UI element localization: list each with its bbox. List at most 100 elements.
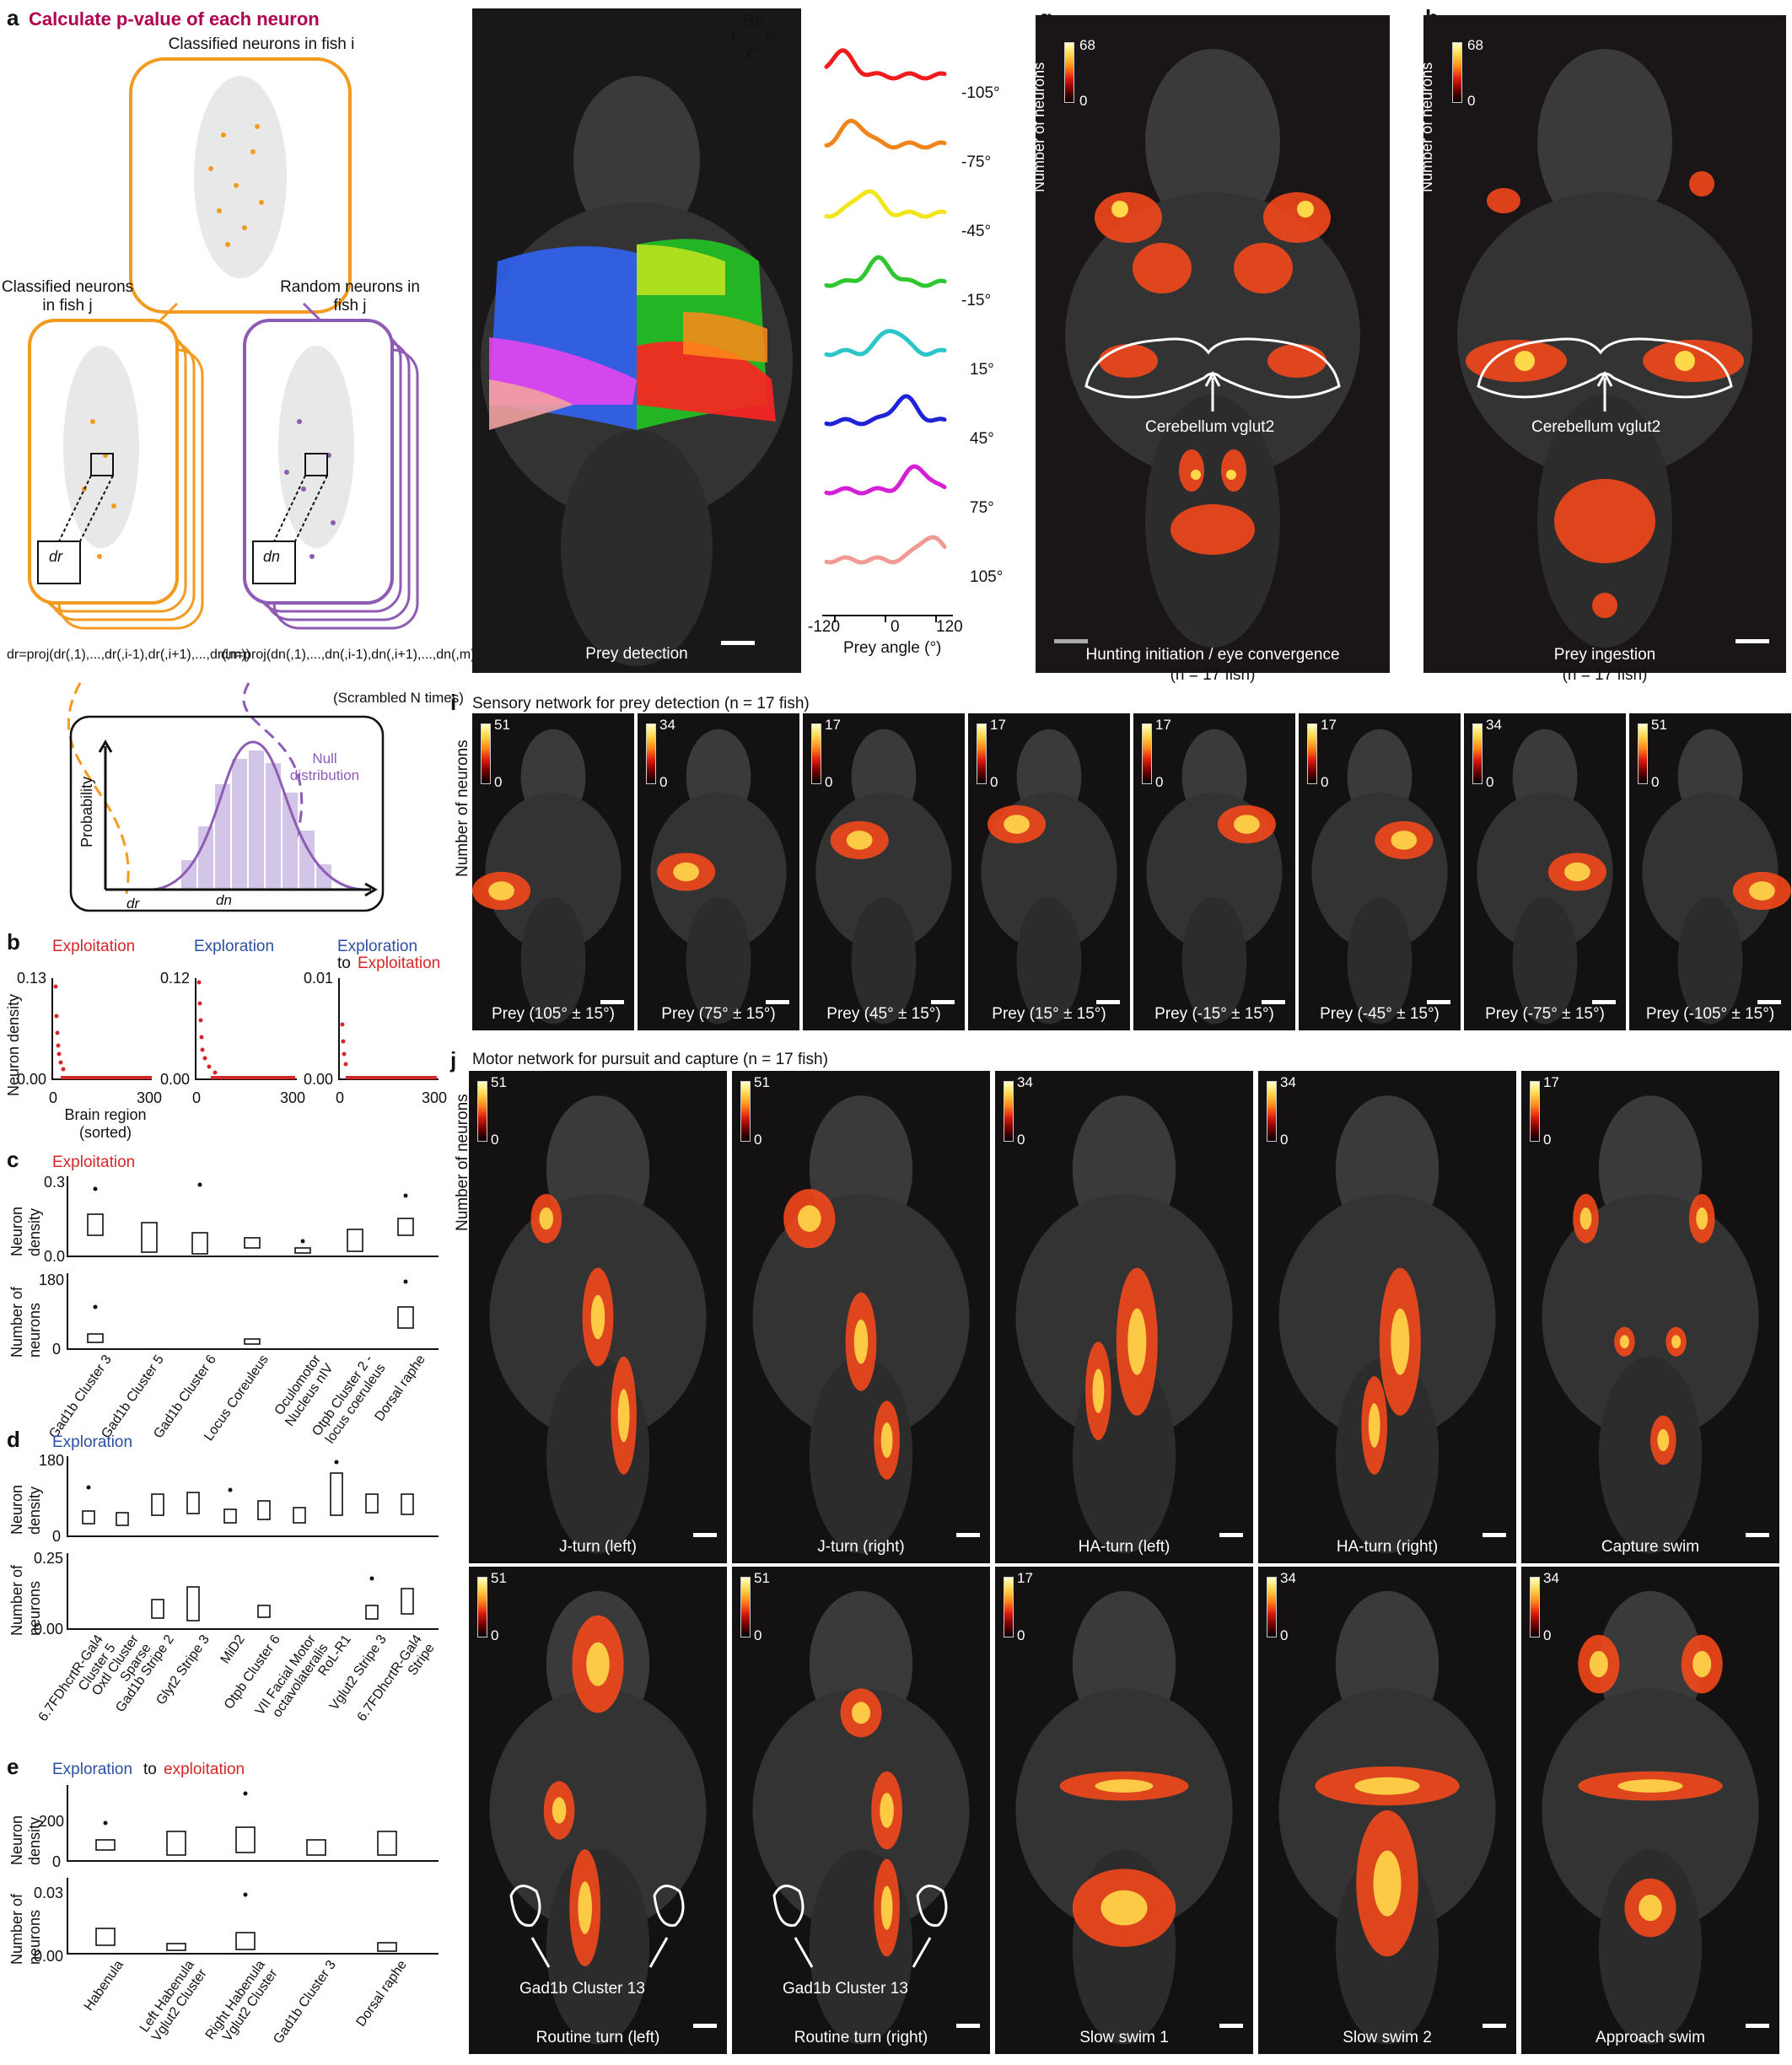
- brain-heatmap: [1015, 1590, 1233, 2045]
- tuning-curve: [824, 394, 947, 427]
- b-scatter-plots: [51, 978, 439, 1080]
- scalebar: [1483, 2024, 1506, 2028]
- colorbar-max: 34: [1486, 717, 1502, 733]
- tuning-curve: [824, 118, 947, 150]
- panel-h-image: 68 0 Number of neurons Cerebellum vglut2…: [1423, 15, 1786, 673]
- null-x-dn: dn: [216, 892, 232, 908]
- activity-blob: [539, 1207, 554, 1230]
- j-bottom-panel-1: 51 0 Routine turn (right) Gad1b Cluster 13: [732, 1567, 990, 2054]
- scalebar: [1592, 1000, 1616, 1004]
- panel-g-image: 68 0 Number of neurons Cerebellum vglut2…: [1036, 15, 1390, 673]
- activity-blob: [1100, 1890, 1148, 1926]
- colorbar-max: 51: [491, 1074, 507, 1090]
- colorbar-max: 17: [1155, 717, 1171, 733]
- brain-heatmap: [1477, 729, 1613, 1024]
- c-yt-bot-2: 0: [52, 1341, 62, 1358]
- j-bottom-panel-4: 34 0 Approach swim: [1521, 1567, 1779, 2054]
- brain-outline-f: [481, 76, 793, 666]
- b-title-1: Exploitation: [52, 938, 136, 955]
- activity-blob: [1564, 862, 1590, 882]
- panel-caption: J-turn (left): [559, 1538, 637, 1556]
- scalebar: [1483, 1533, 1506, 1537]
- b-x300-2: 300: [280, 1089, 306, 1106]
- brain-heatmap-h: [1457, 49, 1752, 648]
- brain-heatmap: [1542, 1590, 1759, 2045]
- b-ytop-1: 0.13: [17, 970, 47, 987]
- c-yt-top-1: 0.3: [44, 1174, 66, 1191]
- g-label-2: (n = 17 fish): [1170, 666, 1256, 684]
- colorbar: [1638, 723, 1648, 784]
- colorbar-max: 34: [659, 717, 675, 733]
- colorbar-min: 0: [1321, 774, 1329, 790]
- tuning-curve: [824, 535, 947, 565]
- null-x-dr: dr: [126, 895, 140, 912]
- dn-box-label: dn: [263, 548, 281, 565]
- activity-blob: [880, 1422, 893, 1459]
- scalebar: [931, 1000, 955, 1004]
- i-panel-1: 34 0 Prey (75° ± 15°): [638, 713, 799, 1030]
- colorbar-min: 0: [1280, 1132, 1289, 1148]
- category-label: Dorsal raphe: [353, 1958, 410, 2030]
- b-ytop-2: 0.12: [160, 970, 191, 987]
- f-xlabel: Prey angle (°): [843, 639, 942, 657]
- scalebar: [766, 1000, 789, 1004]
- angle-label: -45°: [961, 223, 992, 240]
- colorbar-max: 17: [825, 717, 841, 733]
- c-yt-top-2: 0.0: [44, 1248, 66, 1265]
- activity-blob: [1004, 815, 1030, 834]
- panel-label-b: b: [7, 929, 20, 955]
- panel-caption: Approach swim: [1596, 2029, 1705, 2046]
- cbar-g-max: 68: [1079, 37, 1095, 53]
- compass-ro: Ro: [744, 12, 764, 29]
- colorbar-min: 0: [659, 774, 668, 790]
- colorbar: [1142, 723, 1152, 784]
- activity-blob: [1692, 1650, 1712, 1678]
- activity-blob: [1671, 1335, 1682, 1349]
- colorbar-max: 17: [1321, 717, 1337, 733]
- colorbar: [1472, 723, 1483, 784]
- b-ylabel: Neuron density: [5, 993, 22, 1096]
- i-panel-5: 17 0 Prey (-45° ± 15°): [1299, 713, 1461, 1030]
- colorbar-min: 0: [1486, 774, 1494, 790]
- colorbar: [1267, 1577, 1277, 1637]
- panel-caption: HA-turn (left): [1078, 1538, 1170, 1556]
- colorbar-min: 0: [1017, 1132, 1025, 1148]
- activity-blob: [1234, 815, 1260, 834]
- colorbar: [740, 1081, 751, 1142]
- f-tuning-curves: [822, 48, 953, 622]
- scalebar: [1096, 1000, 1120, 1004]
- activity-blob: [673, 862, 699, 882]
- scalebar: [600, 1000, 624, 1004]
- eq-dn: dn=proj(dn(,1),...,dn(,i-1),dn(,i+1),...…: [221, 648, 480, 662]
- brain-heatmap: [1278, 1590, 1496, 2045]
- colorbar-min: 0: [990, 774, 998, 790]
- brain-heatmap: [752, 1095, 970, 1554]
- activity-blob: [846, 831, 873, 850]
- d-yt-top-2: 0: [52, 1528, 62, 1545]
- c-ylabel-bot: Number of neurons: [8, 1286, 43, 1358]
- b-xlabel: Brain region (sorted): [64, 1106, 147, 1141]
- cbar-h-max: 68: [1467, 37, 1483, 53]
- colorbar-max: 17: [990, 717, 1006, 733]
- scalebar: [693, 1533, 717, 1537]
- colorbar: [1267, 1081, 1277, 1142]
- x-axis: [822, 615, 953, 622]
- colorbar-min: 0: [1651, 774, 1660, 790]
- activity-blob: [1639, 1894, 1662, 1922]
- panel-caption: Prey (75° ± 15°): [661, 1005, 776, 1023]
- angle-label: -15°: [961, 292, 992, 309]
- activity-blob: [1127, 1308, 1147, 1375]
- panel-label-a: a: [7, 5, 19, 30]
- brain-heatmap: [472, 729, 622, 1024]
- e-boxplots: [67, 1785, 439, 1955]
- panel-label-c: c: [7, 1147, 19, 1172]
- brain-heatmap: [489, 1095, 707, 1554]
- panel-label-j: j: [450, 1047, 457, 1073]
- random-j-label: Random neurons in fish j: [280, 278, 420, 315]
- activity-blob: [1391, 831, 1418, 850]
- scalebar: [1746, 1533, 1769, 1537]
- i-panel-4: 17 0 Prey (-15° ± 15°): [1133, 713, 1295, 1030]
- activity-blob: [1092, 1369, 1105, 1413]
- panel-caption: Prey (-75° ± 15°): [1485, 1005, 1605, 1023]
- colorbar: [646, 723, 656, 784]
